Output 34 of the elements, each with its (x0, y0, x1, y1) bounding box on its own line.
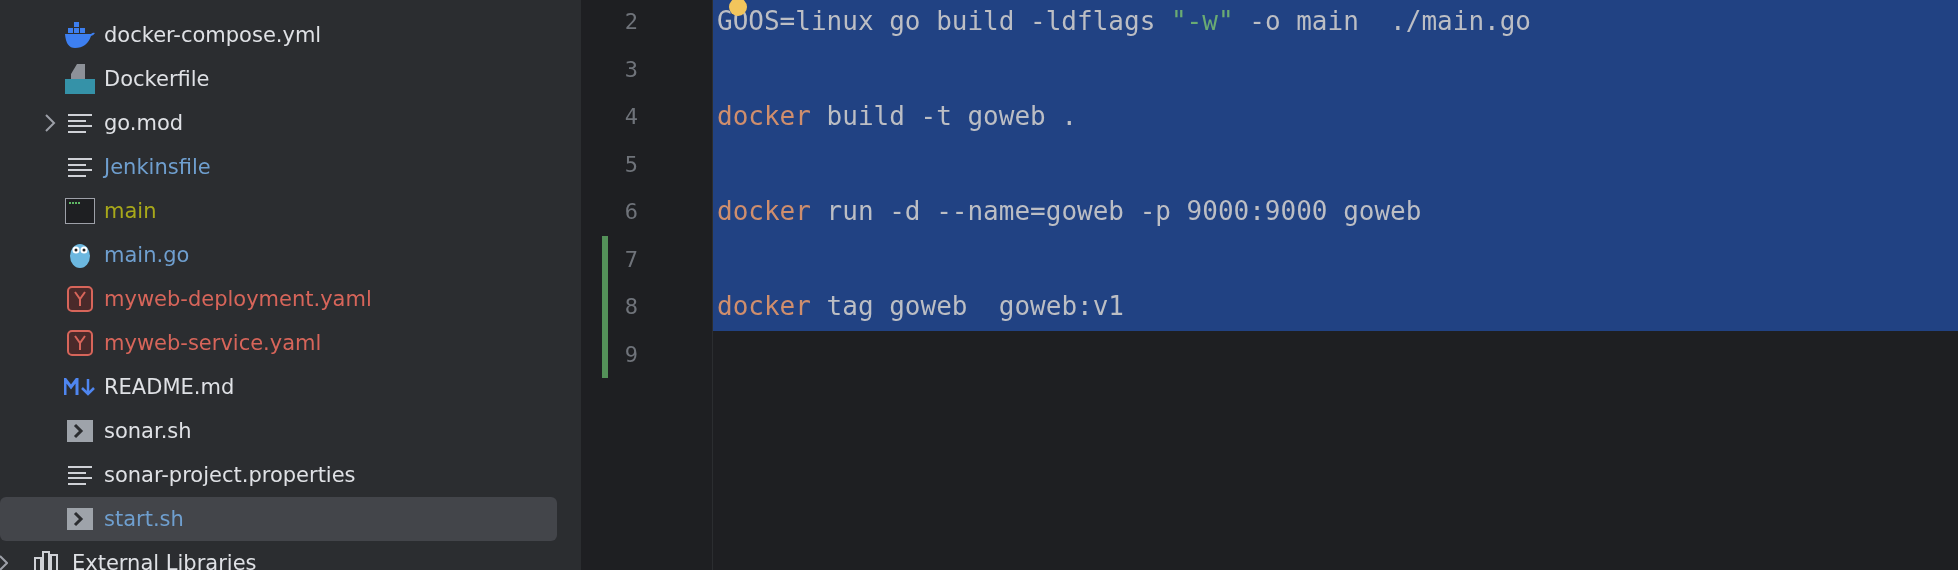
shell-script-icon (67, 420, 93, 442)
text-file-icon (67, 157, 93, 177)
document-icon (65, 64, 95, 94)
file-tree-item[interactable]: myweb-deployment.yaml (0, 277, 557, 321)
external-libraries-item[interactable]: External Libraries (72, 551, 257, 570)
line-number: 5 (623, 151, 638, 177)
file-tree-item[interactable]: docker-compose.yml (0, 13, 557, 57)
shell-script-icon (67, 508, 93, 530)
markdown-icon (64, 378, 96, 396)
line-number: 7 (623, 246, 638, 272)
file-tree-item[interactable]: go.mod (0, 101, 557, 145)
text-file-icon (67, 113, 93, 133)
line-number: 2 (623, 9, 638, 35)
yaml-file-icon (67, 330, 93, 356)
file-tree-item[interactable]: README.md (0, 365, 557, 409)
file-tree-item[interactable]: sonar.sh (0, 409, 557, 453)
file-tree-item[interactable]: Jenkinsfile (0, 145, 557, 189)
text-file-icon (67, 465, 93, 485)
file-tree-item[interactable]: myweb-service.yaml (0, 321, 557, 365)
line-number: 3 (623, 56, 638, 82)
file-tree-item[interactable]: Dockerfile (0, 57, 557, 101)
file-tree-item[interactable]: main.go (0, 233, 557, 277)
line-number: 6 (623, 199, 638, 225)
line-number: 8 (623, 294, 638, 320)
chevron-right-icon[interactable] (44, 113, 56, 133)
file-tree-item[interactable]: sonar-project.properties (0, 453, 557, 497)
gopher-icon (68, 241, 92, 269)
yaml-file-icon (67, 286, 93, 312)
whale-icon (65, 22, 95, 48)
chevron-right-icon[interactable] (0, 554, 8, 570)
terminal-window-icon (65, 198, 95, 224)
line-number: 9 (623, 341, 638, 367)
line-number: 4 (623, 104, 638, 130)
file-tree-item[interactable]: main (0, 189, 557, 233)
